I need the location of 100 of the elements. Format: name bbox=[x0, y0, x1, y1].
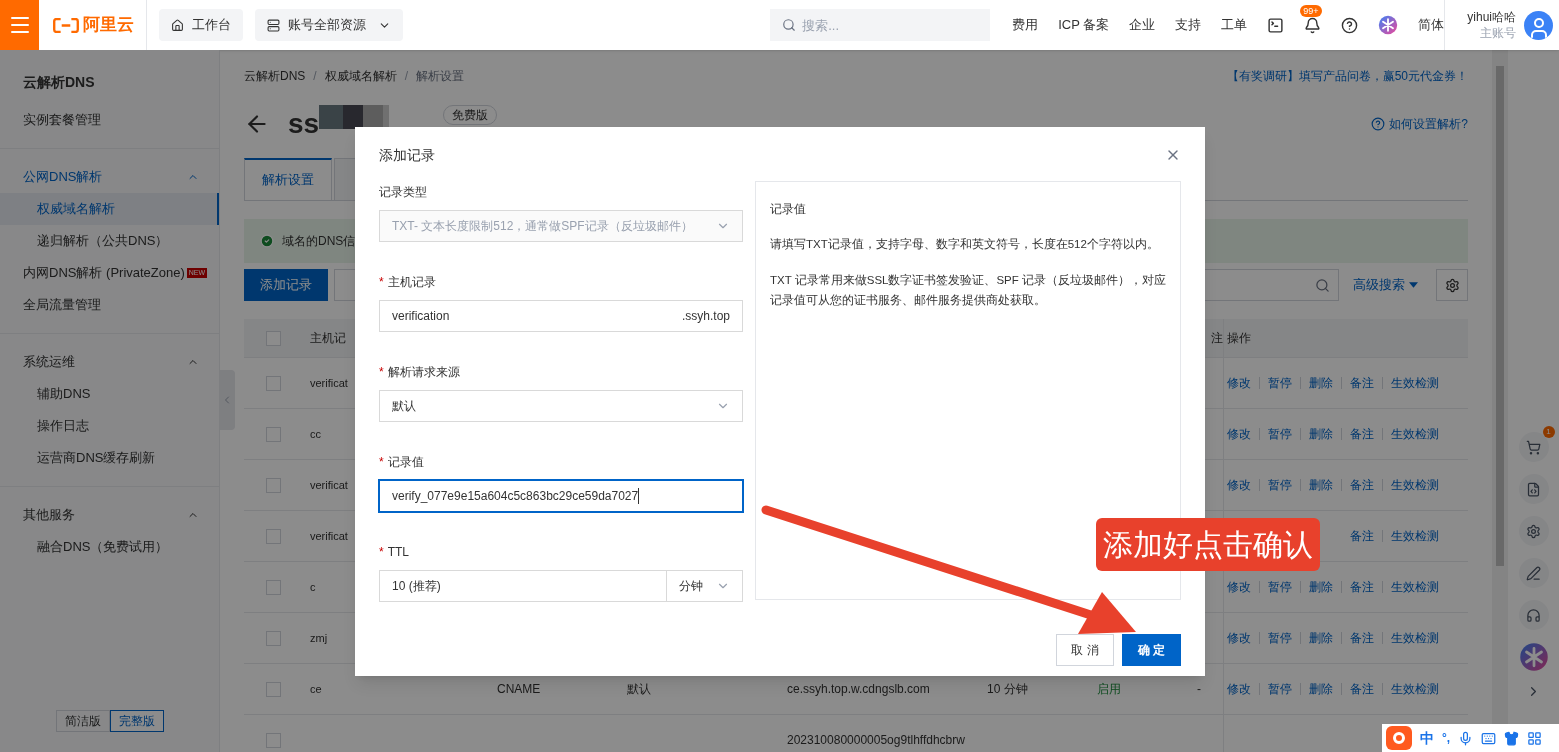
sidebar-item[interactable]: 全局流量管理 bbox=[0, 289, 219, 321]
action-link[interactable]: 删除 bbox=[1309, 578, 1333, 596]
table-cell: ce.ssyh.top.w.cdngslb.com bbox=[787, 682, 930, 696]
user-role: 主账号 bbox=[1480, 25, 1516, 41]
sidebar-item[interactable]: 递归解析（公共DNS） bbox=[0, 225, 219, 257]
action-link[interactable]: 修改 bbox=[1227, 425, 1251, 443]
action-link[interactable]: 生效检测 bbox=[1391, 374, 1439, 392]
field-label: 解析请求来源 bbox=[387, 364, 460, 381]
breadcrumb-current: 解析设置 bbox=[416, 68, 465, 85]
help-text: 请填写TXT记录值，支持字母、数字和英文符号，长度在512个字符以内。 bbox=[770, 237, 1160, 252]
add-record-button[interactable]: 添加记录 bbox=[244, 269, 328, 301]
action-link[interactable]: 修改 bbox=[1227, 680, 1251, 698]
table-cell: verificat bbox=[310, 377, 348, 389]
table-cell: 默认 bbox=[627, 682, 651, 696]
action-link[interactable]: 修改 bbox=[1227, 578, 1251, 596]
breadcrumb-link[interactable]: 权威域名解析 bbox=[324, 67, 397, 85]
status-text: 启用 bbox=[1097, 682, 1121, 696]
field-label: 记录类型 bbox=[379, 184, 427, 201]
action-link[interactable]: 暂停 bbox=[1268, 629, 1292, 647]
unit-select[interactable]: 分钟 bbox=[667, 570, 743, 602]
nav-link[interactable]: 企业 bbox=[1129, 15, 1156, 35]
table-cell: ce bbox=[310, 683, 322, 695]
sidebar-title: 云解析DNS bbox=[22, 73, 96, 92]
action-link[interactable]: 备注 bbox=[1350, 425, 1374, 443]
required-mark: * bbox=[379, 364, 384, 381]
required-mark: * bbox=[379, 544, 384, 561]
workbench-button[interactable]: 工作台 bbox=[159, 9, 244, 41]
breadcrumb-separator: / bbox=[404, 68, 409, 85]
action-link[interactable]: 生效检测 bbox=[1391, 629, 1439, 647]
action-link[interactable]: 暂停 bbox=[1268, 680, 1292, 698]
sidebar-item[interactable]: 辅助DNS bbox=[0, 378, 219, 410]
survey-link[interactable]: 【有奖调研】填写产品问卷，赢50元代金券！ bbox=[1226, 67, 1468, 85]
action-link[interactable]: 备注 bbox=[1350, 527, 1374, 545]
table-cell: 202310080000005og9tlhffdhcbrw bbox=[787, 733, 965, 747]
sidebar-group-header[interactable]: 公网DNS解析 bbox=[0, 161, 219, 193]
action-link[interactable]: 备注 bbox=[1350, 476, 1374, 494]
action-link[interactable]: 暂停 bbox=[1268, 374, 1292, 392]
notification-badge: 99+ bbox=[1300, 4, 1322, 17]
action-link[interactable]: 生效检测 bbox=[1391, 425, 1439, 443]
nav-link[interactable]: 支持 bbox=[1175, 15, 1202, 35]
action-link[interactable]: 备注 bbox=[1350, 578, 1374, 596]
nav-link[interactable]: 费用 bbox=[1012, 15, 1039, 35]
sidebar-item[interactable]: 权威域名解析 bbox=[0, 193, 219, 225]
cart-badge: 1 bbox=[1542, 426, 1555, 438]
text-field[interactable]: verification .ssyh.top bbox=[379, 300, 743, 332]
sidebar-item[interactable]: 操作日志 bbox=[0, 410, 219, 442]
table-cell: 10 分钟 bbox=[987, 682, 1028, 696]
alert-text: 域名的DNS信 bbox=[282, 233, 356, 250]
view-toggle[interactable]: 完整版 bbox=[109, 710, 164, 732]
text-field[interactable]: verify_077e9e15a604c5c863bc29ce59da7027 bbox=[379, 480, 743, 512]
action-link[interactable]: 生效检测 bbox=[1391, 476, 1439, 494]
sidebar-item[interactable]: 运营商DNS缓存刷新 bbox=[0, 442, 219, 474]
table-cell: - bbox=[1197, 682, 1201, 696]
action-link[interactable]: 删除 bbox=[1309, 629, 1333, 647]
sidebar-group-header[interactable]: 其他服务 bbox=[0, 499, 219, 531]
field-label: TTL bbox=[387, 544, 409, 561]
action-link[interactable]: 修改 bbox=[1227, 374, 1251, 392]
table-cell: CNAME bbox=[497, 682, 541, 696]
cancel-button[interactable]: 取 消 bbox=[1056, 634, 1114, 666]
action-link[interactable]: 删除 bbox=[1309, 680, 1333, 698]
action-link[interactable]: 暂停 bbox=[1268, 578, 1292, 596]
breadcrumb-separator: / bbox=[313, 68, 317, 85]
ime-punctuation[interactable]: °, bbox=[1442, 729, 1451, 747]
action-link[interactable]: 备注 bbox=[1350, 374, 1374, 392]
breadcrumb-link[interactable]: 云解析DNS bbox=[244, 67, 306, 85]
advanced-search-link[interactable]: 高级搜索 bbox=[1353, 275, 1418, 295]
sidebar-item[interactable]: 融合DNS（免费试用） bbox=[0, 531, 219, 563]
action-link[interactable]: 备注 bbox=[1350, 629, 1374, 647]
ttl-select[interactable]: 10 (推荐) bbox=[379, 570, 667, 602]
sidebar-group-header[interactable]: 系统运维 bbox=[0, 346, 219, 378]
nav-link[interactable]: 工单 bbox=[1221, 15, 1248, 35]
table-cell: verificat bbox=[310, 530, 348, 542]
resources-dropdown[interactable]: 账号全部资源 bbox=[255, 9, 404, 41]
tab[interactable]: 解析设置 bbox=[244, 158, 332, 200]
action-link[interactable]: 备注 bbox=[1350, 680, 1374, 698]
confirm-button[interactable]: 确 定 bbox=[1121, 634, 1181, 666]
action-link[interactable]: 删除 bbox=[1309, 476, 1333, 494]
select-field[interactable]: 默认 bbox=[379, 390, 743, 422]
action-link[interactable]: 生效检测 bbox=[1391, 680, 1439, 698]
ime-mode[interactable]: 中 bbox=[1420, 727, 1434, 749]
column-header: 主机记 bbox=[310, 330, 346, 347]
nav-link[interactable]: ICP 备案 bbox=[1058, 15, 1110, 35]
table-cell: verificat bbox=[310, 479, 348, 491]
action-link[interactable]: 生效检测 bbox=[1391, 527, 1439, 545]
action-link[interactable]: 生效检测 bbox=[1391, 578, 1439, 596]
view-toggle[interactable]: 简洁版 bbox=[55, 710, 110, 732]
required-mark: * bbox=[379, 454, 384, 471]
action-link[interactable]: 修改 bbox=[1227, 476, 1251, 494]
help-link[interactable]: 如何设置解析? bbox=[1371, 115, 1468, 133]
search-field[interactable]: 搜索... bbox=[770, 9, 991, 41]
column-header: 注 bbox=[1211, 330, 1223, 347]
column-header: 操作 bbox=[1227, 330, 1251, 347]
action-link[interactable]: 暂停 bbox=[1268, 425, 1292, 443]
language-link[interactable]: 简体 bbox=[1418, 15, 1445, 35]
action-link[interactable]: 暂停 bbox=[1268, 476, 1292, 494]
action-link[interactable]: 删除 bbox=[1309, 374, 1333, 392]
required-mark: * bbox=[379, 274, 384, 291]
action-link[interactable]: 删除 bbox=[1309, 425, 1333, 443]
action-link[interactable]: 修改 bbox=[1227, 629, 1251, 647]
sidebar-item[interactable]: 实例套餐管理 bbox=[0, 104, 219, 136]
